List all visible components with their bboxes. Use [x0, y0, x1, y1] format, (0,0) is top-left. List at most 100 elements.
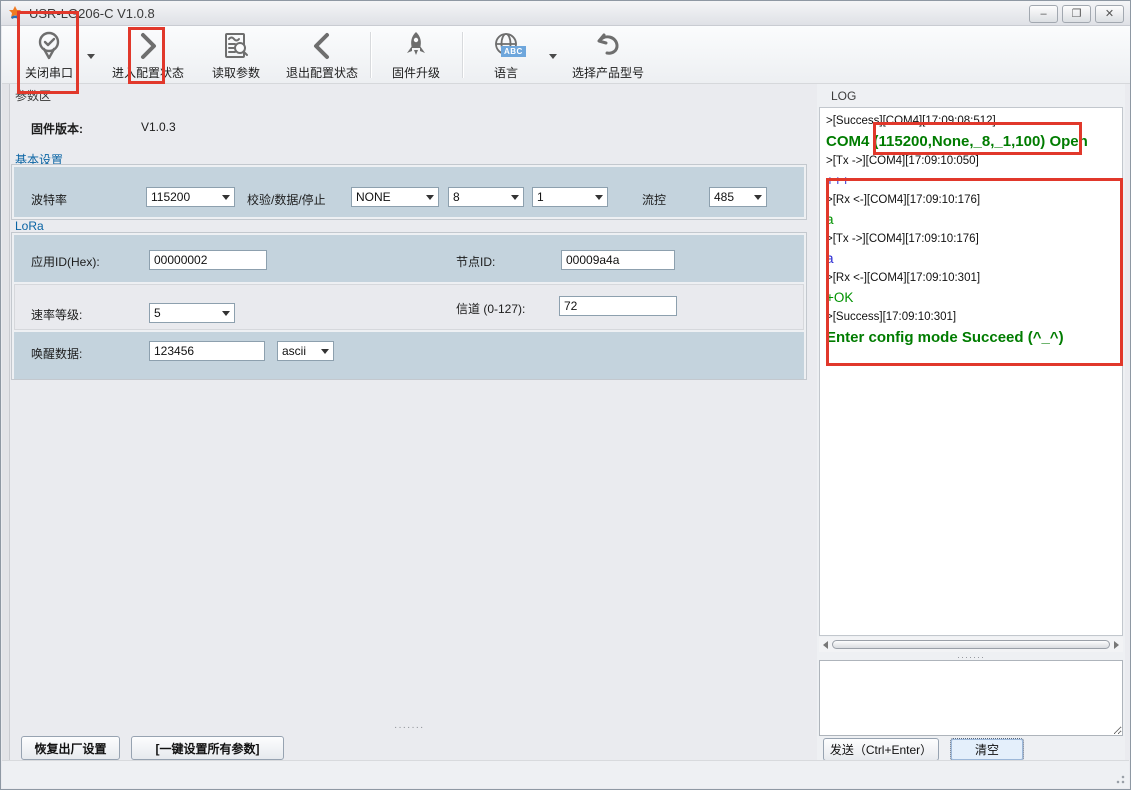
flow-control-value: 485 — [714, 190, 750, 204]
log-panel-title: LOG — [817, 84, 1125, 107]
lora-section-label: LoRa — [15, 219, 44, 233]
baud-rate-value: 115200 — [151, 190, 218, 204]
stop-bits-value: 1 — [537, 190, 591, 204]
set-all-params-button[interactable]: [一键设置所有参数] — [131, 736, 284, 760]
firmware-upgrade-button[interactable]: 固件升级 — [386, 28, 446, 82]
log-line: >[Success][COM4][17:09:08:512] — [826, 115, 1122, 127]
log-line: +++ — [826, 173, 1122, 188]
left-splitter-dots[interactable]: ······· — [394, 722, 424, 733]
app-window: USR-LG206-C V1.0.8 – ❐ ✕ 关闭串口 — [0, 0, 1131, 790]
undo-arrow-icon — [594, 30, 622, 62]
toolbar-separator — [462, 32, 463, 78]
log-line: a — [826, 212, 1122, 227]
log-line: >[Rx <-][COM4][17:09:10:301] — [826, 272, 1122, 284]
app-id-input[interactable] — [149, 250, 267, 270]
node-id-input[interactable] — [561, 250, 675, 270]
window-title: USR-LG206-C V1.0.8 — [29, 6, 155, 21]
log-line: Enter config mode Succeed (^_^) — [826, 329, 1122, 346]
parity-value: NONE — [356, 190, 422, 204]
chevron-down-icon — [321, 349, 329, 354]
lora-row-1 — [14, 235, 804, 282]
data-bits-value: 8 — [453, 190, 507, 204]
send-button[interactable]: 发送（Ctrl+Enter） — [823, 738, 939, 761]
wake-data-input[interactable] — [149, 341, 265, 361]
parity-select[interactable]: NONE — [351, 187, 439, 207]
chevron-down-icon — [426, 195, 434, 200]
lora-row-2 — [14, 284, 804, 330]
toolbar-button-label: 选择产品型号 — [572, 64, 644, 81]
toolbar-button-label: 固件升级 — [392, 64, 440, 81]
serial-pin-check-icon — [35, 30, 63, 62]
log-line: >[Rx <-][COM4][17:09:10:176] — [826, 194, 1122, 206]
params-section-title: 参数区 — [15, 87, 51, 104]
close-button[interactable]: ✕ — [1095, 5, 1124, 23]
log-line: >[Tx ->][COM4][17:09:10:176] — [826, 233, 1122, 245]
chevron-down-icon — [222, 311, 230, 316]
globe-abc-icon: ABC — [492, 30, 520, 62]
lora-group — [11, 232, 807, 380]
baud-rate-select[interactable]: 115200 — [146, 187, 235, 207]
minimize-button[interactable]: – — [1029, 5, 1058, 23]
scroll-left-icon[interactable] — [823, 641, 828, 649]
channel-input[interactable] — [559, 296, 677, 316]
exit-config-button[interactable]: 退出配置状态 — [280, 28, 364, 82]
channel-label: 信道 (0-127): — [456, 300, 525, 317]
log-line: >[Tx ->][COM4][17:09:10:050] — [826, 155, 1122, 167]
restore-factory-button[interactable]: 恢复出厂设置 — [21, 736, 120, 760]
chevron-down-icon — [754, 195, 762, 200]
toolbar-separator — [370, 32, 371, 78]
log-line: >[Success][17:09:10:301] — [826, 311, 1122, 323]
enter-config-button[interactable]: 进入配置状态 — [106, 28, 190, 82]
serial-dropdown-caret[interactable] — [87, 54, 95, 59]
send-input[interactable] — [819, 660, 1123, 736]
data-bits-select[interactable]: 8 — [448, 187, 524, 207]
rate-level-value: 5 — [154, 306, 218, 320]
clear-button[interactable]: 清空 — [950, 738, 1024, 761]
toolbar-button-label: 退出配置状态 — [286, 64, 358, 81]
flow-control-label: 流控 — [642, 191, 666, 208]
close-serial-button[interactable]: 关闭串口 — [16, 28, 82, 82]
toolbar: 关闭串口 进入配置状态 读取参数 — [2, 26, 1131, 84]
toolbar-button-label: 读取参数 — [212, 64, 260, 81]
chevron-right-icon — [135, 30, 161, 62]
chevron-left-icon — [309, 30, 335, 62]
doc-magnifier-icon — [221, 30, 251, 62]
wake-data-label: 唤醒数据: — [31, 345, 82, 362]
node-id-label: 节点ID: — [456, 253, 495, 270]
app-logo-icon — [7, 5, 23, 21]
title-bar[interactable]: USR-LG206-C V1.0.8 – ❐ ✕ — [1, 1, 1130, 26]
chevron-down-icon — [595, 195, 603, 200]
language-dropdown-caret[interactable] — [549, 54, 557, 59]
rate-level-label: 速率等级: — [31, 306, 82, 323]
flow-control-select[interactable]: 485 — [709, 187, 767, 207]
rate-level-select[interactable]: 5 — [149, 303, 235, 323]
log-line: a — [826, 251, 1122, 266]
toolbar-button-label: 关闭串口 — [25, 64, 73, 81]
chevron-down-icon — [511, 195, 519, 200]
scrollbar-thumb[interactable] — [832, 640, 1110, 649]
language-button[interactable]: ABC 语言 — [480, 28, 532, 82]
toolbar-button-label: 语言 — [494, 64, 518, 81]
log-line: COM4 (115200,None,_8,_1,100) Open — [826, 133, 1122, 150]
select-model-button[interactable]: 选择产品型号 — [562, 28, 654, 82]
firmware-version-label: 固件版本: — [31, 120, 83, 137]
scroll-right-icon[interactable] — [1114, 641, 1119, 649]
status-bar — [2, 760, 1129, 788]
read-params-button[interactable]: 读取参数 — [206, 28, 266, 82]
wake-format-value: ascii — [282, 344, 317, 358]
log-button-row: 发送（Ctrl+Enter） 清空 — [819, 738, 1123, 762]
wake-format-select[interactable]: ascii — [277, 341, 334, 361]
left-splitter-strip[interactable] — [2, 84, 10, 788]
parity-data-stop-label: 校验/数据/停止 — [247, 191, 326, 208]
rocket-icon — [403, 30, 429, 62]
log-panel: LOG >[Success][COM4][17:09:08:512] COM4 … — [817, 84, 1125, 761]
log-view[interactable]: >[Success][COM4][17:09:08:512] COM4 (115… — [819, 107, 1123, 636]
maximize-button[interactable]: ❐ — [1062, 5, 1091, 23]
toolbar-button-label: 进入配置状态 — [112, 64, 184, 81]
stop-bits-select[interactable]: 1 — [532, 187, 608, 207]
abc-badge: ABC — [501, 46, 526, 57]
resize-grip[interactable] — [1113, 772, 1125, 784]
log-line: +OK — [826, 290, 1122, 305]
log-horizontal-scrollbar[interactable] — [819, 637, 1123, 652]
firmware-version-value: V1.0.3 — [141, 120, 176, 134]
